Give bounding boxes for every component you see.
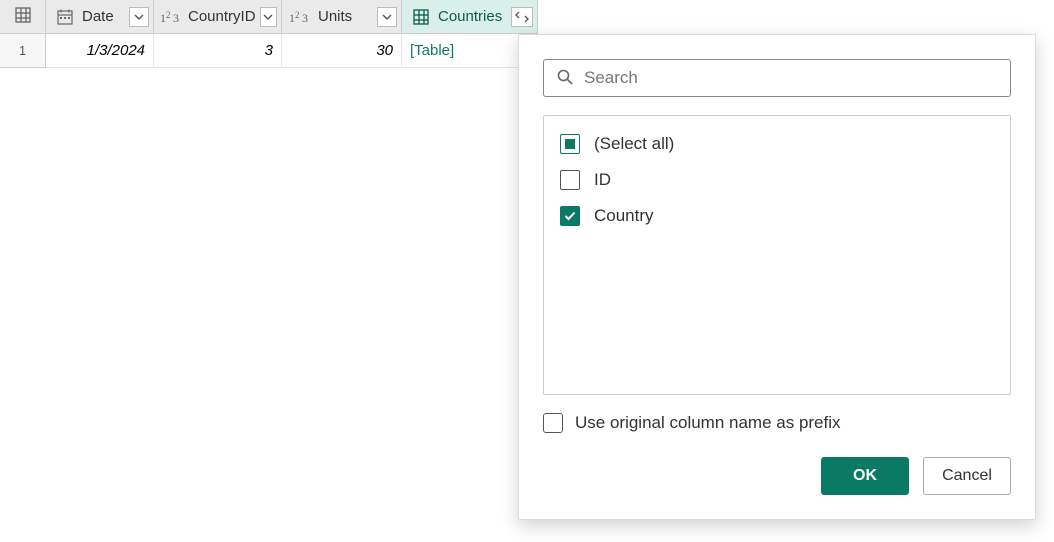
search-field-wrapper: [543, 59, 1011, 97]
column-name: Date: [82, 8, 125, 25]
filter-dropdown-button[interactable]: [129, 7, 149, 27]
number-type-icon: 123: [160, 7, 184, 27]
cell-countryid[interactable]: 3: [154, 34, 282, 68]
svg-text:2: 2: [166, 10, 171, 20]
ok-button[interactable]: OK: [821, 457, 909, 495]
cell-date[interactable]: 1/3/2024: [46, 34, 154, 68]
checkbox-unchecked-icon[interactable]: [560, 170, 580, 190]
use-prefix-label: Use original column name as prefix: [575, 413, 841, 433]
column-header-countries[interactable]: Countries: [402, 0, 538, 34]
column-name: Units: [318, 8, 373, 25]
use-prefix-row[interactable]: Use original column name as prefix: [543, 413, 1011, 433]
row-index[interactable]: 1: [0, 34, 46, 68]
checkbox-indeterminate-icon[interactable]: [560, 134, 580, 154]
button-row: OK Cancel: [543, 457, 1011, 495]
number-type-icon: 123: [288, 7, 314, 27]
filter-dropdown-button[interactable]: [377, 7, 397, 27]
cancel-button[interactable]: Cancel: [923, 457, 1011, 495]
search-input[interactable]: [584, 68, 998, 88]
checkbox-unchecked-icon[interactable]: [543, 413, 563, 433]
column-options-list: (Select all) ID Country: [543, 115, 1011, 395]
search-icon: [556, 68, 574, 89]
column-header-row: Date 123 CountryID 123 Units: [0, 0, 1054, 34]
column-header-countryid[interactable]: 123 CountryID: [154, 0, 282, 34]
expand-column-panel: (Select all) ID Country Use original col…: [518, 34, 1036, 520]
option-select-all[interactable]: (Select all): [558, 126, 996, 162]
column-name: Countries: [438, 8, 507, 25]
option-label: ID: [594, 170, 611, 190]
option-id[interactable]: ID: [558, 162, 996, 198]
option-label: (Select all): [594, 134, 674, 154]
svg-text:2: 2: [295, 10, 300, 20]
date-type-icon: [52, 7, 78, 27]
svg-text:3: 3: [302, 11, 308, 25]
table-type-icon: [408, 7, 434, 27]
expand-column-button[interactable]: [511, 7, 533, 27]
row-selector-header[interactable]: [0, 0, 46, 34]
option-label: Country: [594, 206, 654, 226]
option-country[interactable]: Country: [558, 198, 996, 234]
filter-dropdown-button[interactable]: [260, 7, 277, 27]
checkbox-checked-icon[interactable]: [560, 206, 580, 226]
column-name: CountryID: [188, 8, 256, 25]
table-icon: [15, 7, 31, 26]
cell-units[interactable]: 30: [282, 34, 402, 68]
svg-text:3: 3: [173, 11, 179, 25]
column-header-date[interactable]: Date: [46, 0, 154, 34]
column-header-units[interactable]: 123 Units: [282, 0, 402, 34]
